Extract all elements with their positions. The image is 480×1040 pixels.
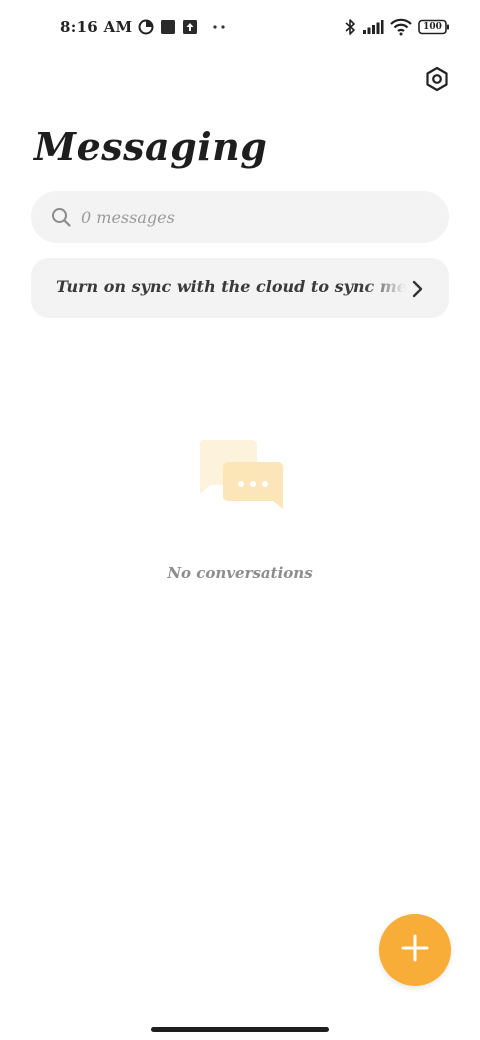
status-left: 8:16 AM: [60, 16, 226, 38]
new-conversation-button[interactable]: [379, 914, 451, 986]
square-notification-icon: [160, 19, 176, 35]
sync-banner[interactable]: Turn on sync with the cloud to sync mess…: [31, 258, 449, 318]
home-indicator[interactable]: [151, 1027, 329, 1032]
chevron-right-icon: [406, 278, 428, 300]
bluetooth-icon: [344, 18, 356, 36]
status-bar: 8:16 AM 100: [0, 0, 480, 56]
search-icon: [51, 207, 71, 227]
upload-notification-icon: [182, 19, 198, 35]
data-saver-icon: [138, 19, 154, 35]
plus-icon: [400, 933, 430, 967]
search-input[interactable]: [81, 191, 431, 243]
more-dots-icon: [212, 24, 226, 30]
status-time: 8:16 AM: [60, 18, 133, 36]
page-title: Messaging: [34, 124, 268, 169]
settings-button[interactable]: [420, 64, 454, 98]
wifi-icon: [390, 18, 412, 36]
signal-icon: [362, 19, 384, 35]
empty-state-text: No conversations: [167, 564, 313, 582]
search-bar[interactable]: [31, 191, 449, 243]
settings-hexagon-icon: [424, 66, 450, 96]
sync-banner-text: Turn on sync with the cloud to sync mess…: [56, 277, 406, 296]
battery-icon: 100: [418, 19, 450, 35]
battery-level: 100: [423, 22, 442, 32]
empty-conversations-illustration: [196, 438, 286, 518]
status-right: 100: [344, 15, 450, 39]
